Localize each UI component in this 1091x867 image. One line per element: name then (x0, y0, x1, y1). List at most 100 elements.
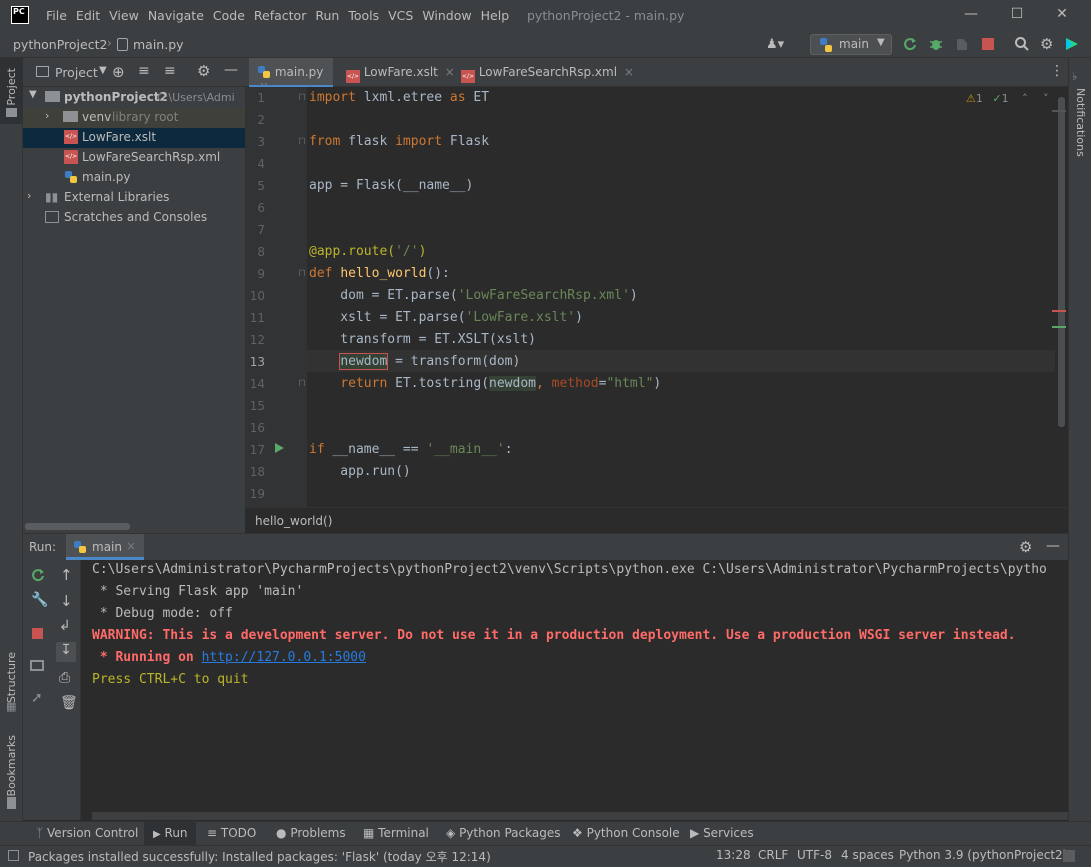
tree-item-lowfaresearchrsp-xml[interactable]: </> LowFareSearchRsp.xml (23, 148, 245, 168)
menu-tools[interactable]: Tools (348, 8, 379, 23)
tab-label: LowFare.xslt (363, 65, 438, 79)
project-tool-button[interactable]: Project (5, 68, 18, 106)
scroll-thumb[interactable] (1058, 97, 1065, 427)
scroll-to-end-icon[interactable]: ↧ (56, 642, 76, 662)
menu-refactor[interactable]: Refactor (254, 8, 306, 23)
breadcrumb-file[interactable]: main.py (133, 37, 184, 52)
services-tool-button[interactable]: ▶ Services (690, 826, 754, 840)
editor-breadcrumb[interactable]: hello_world() (255, 514, 332, 528)
menu-navigate[interactable]: Navigate (148, 8, 204, 23)
project-panel-title[interactable]: Project (55, 65, 98, 80)
python-console-tool-button[interactable]: ❖ Python Console (572, 826, 680, 840)
right-tool-stripe (1068, 58, 1091, 845)
print-icon[interactable]: ⎙ (59, 670, 70, 686)
gear-icon[interactable]: ⚙ (197, 62, 210, 80)
arrow-down-icon[interactable]: ↓ (60, 592, 73, 610)
menu-edit[interactable]: Edit (76, 8, 100, 23)
user-icon[interactable]: ♟▾ (766, 37, 784, 52)
expand-all-icon[interactable]: ≡ (138, 63, 150, 79)
stop-icon[interactable] (982, 38, 994, 50)
line-number: 2 (257, 113, 265, 127)
line-number: 17 (249, 443, 265, 457)
line-number: 10 (249, 289, 265, 303)
close-tab-icon[interactable]: × (624, 65, 634, 79)
fold-icon[interactable]: ⊓ (298, 378, 306, 389)
gear-icon[interactable]: ⚙ (1040, 35, 1053, 53)
run-gutter-icon[interactable] (275, 443, 284, 453)
inspection-widget[interactable]: ⚠1 ✓1 ˄ ˅ (966, 92, 1049, 105)
fold-icon[interactable]: ⊓ (298, 136, 306, 147)
python-packages-tool-button[interactable]: ◈ Python Packages (446, 826, 560, 840)
hide-icon[interactable]: — (224, 62, 238, 78)
hide-icon[interactable]: — (1046, 538, 1060, 554)
file-encoding[interactable]: UTF-8 (797, 848, 832, 862)
menu-file[interactable]: File (46, 8, 67, 23)
close-tab-icon[interactable]: × (445, 65, 455, 79)
menu-run[interactable]: Run (315, 8, 339, 23)
menu-code[interactable]: Code (213, 8, 245, 23)
chevron-down-icon[interactable]: ˅ (1043, 92, 1049, 105)
search-icon[interactable] (1014, 36, 1030, 52)
bookmarks-tool-button[interactable]: Bookmarks (5, 735, 18, 796)
rerun-icon[interactable] (902, 36, 918, 52)
fold-icon[interactable]: ⊓ (298, 92, 306, 103)
console-horizontal-scrollbar[interactable] (92, 812, 1068, 820)
lock-icon[interactable] (1063, 850, 1075, 862)
tab-main-py[interactable]: main.py × (249, 58, 333, 93)
horizontal-scrollbar[interactable] (25, 523, 130, 530)
toggle-tool-windows-icon[interactable] (8, 850, 19, 861)
tab-lowfaresearchrsp-xml[interactable]: </> LowFareSearchRsp.xml × (461, 58, 634, 87)
maximize-icon[interactable]: ☐ (1007, 6, 1027, 26)
menu-window[interactable]: Window (422, 8, 471, 23)
fold-icon[interactable]: ⊓ (298, 268, 306, 279)
chevron-down-icon[interactable]: ▼ (99, 65, 107, 76)
close-icon[interactable]: ✕ (1052, 6, 1072, 26)
indent-setting[interactable]: 4 spaces (841, 848, 894, 862)
python-interpreter[interactable]: Python 3.9 (pythonProject2) (899, 848, 1067, 862)
terminal-tool-button[interactable]: ▦ Terminal (363, 826, 429, 840)
code-token: @app.route( (309, 244, 396, 259)
stop-icon[interactable] (32, 628, 43, 639)
notifications-tool-button[interactable]: Notifications (1074, 88, 1087, 157)
locate-icon[interactable]: ⊕ (112, 63, 125, 81)
menu-vcs[interactable]: VCS (388, 8, 413, 23)
structure-tool-button[interactable]: Structure (5, 652, 18, 703)
server-url-link[interactable]: http://127.0.0.1:5000 (202, 650, 366, 665)
more-icon[interactable]: ⋮ (1050, 63, 1064, 79)
rerun-icon[interactable] (30, 567, 46, 583)
todo-tool-button[interactable]: ≡ TODO (207, 826, 256, 840)
run-tool-button[interactable]: ▶ Run (153, 826, 188, 840)
tree-item-external-libraries[interactable]: › ▮▮ External Libraries (23, 188, 245, 208)
menu-help[interactable]: Help (481, 8, 510, 23)
tree-item-venv[interactable]: › venv library root (23, 108, 245, 128)
soft-wrap-icon[interactable]: ↲ (59, 618, 71, 634)
pin-icon[interactable]: ➚ (31, 690, 43, 706)
line-separator[interactable]: CRLF (758, 848, 788, 862)
tree-label: Scratches and Consoles (64, 210, 208, 224)
arrow-up-icon[interactable]: ↑ (60, 566, 73, 584)
version-control-button[interactable]: ᛉ Version Control (36, 826, 138, 840)
problems-tool-button[interactable]: ● Problems (276, 826, 346, 840)
close-tab-icon[interactable]: × (126, 539, 136, 553)
breadcrumb-project[interactable]: pythonProject2 (13, 37, 107, 52)
debug-icon[interactable] (928, 36, 944, 52)
status-message[interactable]: Packages installed successfully: Install… (28, 848, 491, 865)
tree-item-scratches[interactable]: Scratches and Consoles (23, 208, 245, 228)
caret-position[interactable]: 13:28 (716, 848, 751, 862)
ide-logo-icon[interactable] (1064, 36, 1080, 52)
menu-view[interactable]: View (109, 8, 139, 23)
coverage-icon[interactable] (954, 36, 970, 52)
tree-item-project-root[interactable]: ▼ pythonProject2 C:\Users\Admi (23, 88, 245, 108)
trash-icon[interactable]: 🗑 (60, 695, 78, 711)
code-line: def hello_world(): (309, 266, 450, 288)
wrench-icon[interactable]: 🔧 (31, 592, 48, 608)
tree-item-main-py[interactable]: main.py (23, 168, 245, 188)
gear-icon[interactable]: ⚙ (1019, 538, 1032, 556)
tab-lowfare-xslt[interactable]: </> LowFare.xslt × (346, 58, 455, 87)
run-config-dropdown[interactable]: main ▼ (810, 34, 892, 55)
minimize-icon[interactable]: — (961, 6, 981, 26)
layout-icon[interactable] (30, 660, 44, 671)
collapse-all-icon[interactable]: ≡ (164, 63, 176, 79)
chevron-up-icon[interactable]: ˄ (1022, 92, 1028, 105)
tree-item-lowfare-xslt[interactable]: </> LowFare.xslt (23, 128, 245, 148)
